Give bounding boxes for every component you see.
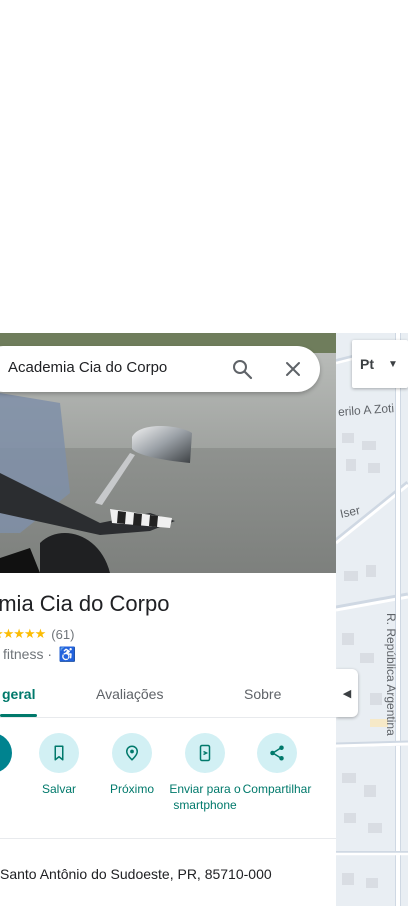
category-label[interactable]: fitness · bbox=[3, 646, 52, 662]
send-to-phone-button[interactable]: Enviar para o smartphone bbox=[167, 733, 243, 813]
rating-stars: ★★★★★ bbox=[0, 626, 46, 641]
tab-reviews[interactable]: Avaliações bbox=[96, 686, 163, 702]
nearby-icon bbox=[112, 733, 152, 773]
action-label: Enviar para o smartphone bbox=[169, 782, 241, 812]
review-count[interactable]: (61) bbox=[51, 627, 74, 642]
close-icon[interactable] bbox=[281, 357, 305, 381]
collapse-panel-button[interactable]: ◀ bbox=[336, 669, 358, 717]
search-icon[interactable] bbox=[230, 357, 254, 381]
wheelchair-icon: ♿ bbox=[58, 646, 77, 662]
action-label: Próximo bbox=[109, 782, 154, 796]
search-box[interactable]: Academia Cia do Corpo bbox=[0, 346, 320, 392]
chevron-down-icon[interactable]: ▼ bbox=[382, 359, 404, 370]
action-label: Salvar bbox=[41, 782, 76, 796]
save-button[interactable]: Salvar bbox=[21, 733, 97, 797]
place-tabs: geral Avaliações Sobre bbox=[0, 678, 336, 718]
search-input[interactable]: Academia Cia do Corpo bbox=[8, 359, 167, 376]
tab-about[interactable]: Sobre bbox=[244, 686, 281, 702]
tab-overview[interactable]: geral bbox=[2, 686, 35, 702]
nearby-button[interactable]: Próximo bbox=[94, 733, 170, 797]
layer-label: Pt bbox=[360, 356, 374, 372]
maps-page: erilo A Zoti Iser R. República Argentina… bbox=[0, 0, 408, 906]
action-label: Compartilhar bbox=[242, 782, 312, 796]
share-icon bbox=[257, 733, 297, 773]
map-layer-button[interactable]: Pt ▼ bbox=[352, 340, 408, 388]
map-canvas[interactable]: erilo A Zoti Iser R. República Argentina bbox=[336, 333, 408, 906]
place-category: fitness · ♿ bbox=[3, 646, 76, 663]
bookmark-icon bbox=[39, 733, 79, 773]
send-to-phone-icon bbox=[185, 733, 225, 773]
map-street-label: R. República Argentina bbox=[384, 613, 398, 736]
tab-active-indicator bbox=[0, 714, 37, 717]
rating-row[interactable]: ★★★★★ (61) bbox=[0, 626, 74, 642]
directions-icon bbox=[0, 733, 12, 773]
action-buttons: s Salvar Próximo Enviar para o smartphon… bbox=[0, 733, 336, 833]
chevron-left-icon: ◀ bbox=[342, 687, 352, 700]
place-panel: emia Cia do Corpo ★★★★★ (61) fitness · ♿… bbox=[0, 333, 336, 906]
share-button[interactable]: Compartilhar bbox=[239, 733, 315, 797]
place-address[interactable]: Santo Antônio do Sudoeste, PR, 85710-000 bbox=[0, 866, 272, 882]
place-title: emia Cia do Corpo bbox=[0, 591, 170, 616]
divider bbox=[0, 838, 336, 839]
